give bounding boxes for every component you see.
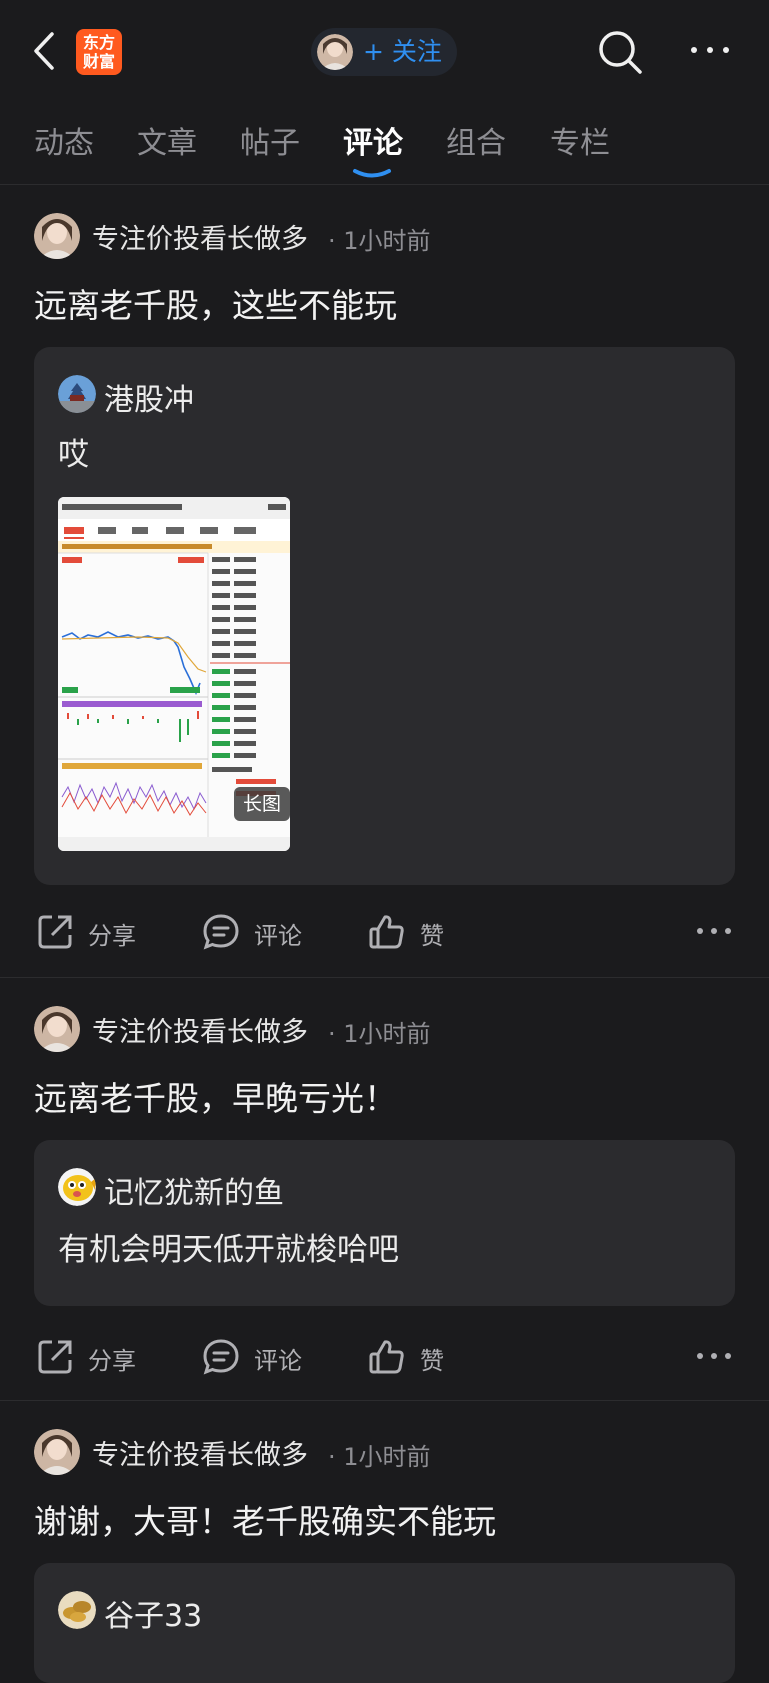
tab-comments[interactable]: 评论 [343,118,403,162]
like-label: 赞 [420,1347,444,1375]
profile-tabs: 动态 文章 帖子 评论 组合 专栏 [0,108,769,185]
share-icon [38,1340,72,1374]
post-time: · 1小时前 [328,1020,431,1048]
comment-icon [203,914,239,950]
avatar[interactable] [34,1006,80,1052]
avatar [58,1591,96,1629]
tab-dynamics[interactable]: 动态 [34,118,94,162]
post-time: · 1小时前 [328,1443,431,1471]
quoted-post[interactable]: 记忆犹新的鱼 有机会明天低开就梭哈吧 [34,1140,735,1306]
comment-label: 评论 [254,1347,302,1375]
quoted-author-name[interactable]: 记忆犹新的鱼 [104,1168,284,1212]
post-text[interactable]: 远离老千股，早晚亏光！ [34,1072,397,1120]
comment-post: 专注价投看长做多 · 1小时前 远离老千股，早晚亏光！ 记忆犹新的鱼 有机会明天… [0,978,769,1400]
quoted-post[interactable]: 谷子33 [34,1563,735,1683]
share-label: 分享 [88,922,136,950]
share-icon [38,915,72,949]
long-image-tag: 长图 [234,787,290,821]
comment-label: 评论 [254,922,302,950]
like-label: 赞 [420,922,444,950]
post-actions: 分享 评论 赞 [0,1326,769,1386]
back-arrow-icon[interactable] [28,28,62,74]
author-name[interactable]: 专注价投看长做多 [92,217,308,256]
follow-label: + 关注 [363,37,442,66]
like-button[interactable]: 赞 [368,901,458,961]
share-button[interactable]: 分享 [36,1326,146,1386]
app-logo: 东方 财富 [76,29,122,75]
avatar[interactable] [34,1429,80,1475]
top-bar: 东方 财富 + 关注 [0,0,769,100]
user-avatar [317,34,353,70]
author-name[interactable]: 专注价投看长做多 [92,1010,308,1049]
thumbs-up-icon [369,1340,404,1374]
more-icon[interactable] [696,1348,732,1364]
share-label: 分享 [88,1347,136,1375]
logo-text-line2: 财富 [82,52,115,71]
thumbs-up-icon [369,915,404,949]
tab-portfolios[interactable]: 组合 [446,118,506,162]
tab-articles[interactable]: 文章 [137,118,197,162]
comment-post: 专注价投看长做多 · 1小时前 谢谢，大哥！老千股确实不能玩 谷子33 [0,1401,769,1683]
quoted-text: 哎 [58,437,89,473]
post-text[interactable]: 远离老千股，这些不能玩 [34,279,397,327]
post-time: · 1小时前 [328,227,431,255]
follow-button[interactable]: + 关注 [311,28,457,76]
quoted-author-name[interactable]: 港股冲 [104,375,194,419]
logo-text-line1: 东方 [82,33,115,52]
tab-posts[interactable]: 帖子 [240,118,300,162]
more-options-icon[interactable] [689,40,731,60]
avatar [58,375,96,413]
comment-post: 专注价投看长做多 · 1小时前 远离老千股，这些不能玩 港股冲 哎 长图 分享 … [0,185,769,977]
avatar[interactable] [34,213,80,259]
author-name[interactable]: 专注价投看长做多 [92,1433,308,1472]
search-icon[interactable] [596,28,644,76]
comment-icon [203,1339,239,1375]
post-actions: 分享 评论 赞 [0,901,769,961]
share-button[interactable]: 分享 [36,901,146,961]
quoted-text: 有机会明天低开就梭哈吧 [58,1232,399,1268]
active-tab-indicator [353,169,391,178]
like-button[interactable]: 赞 [368,1326,458,1386]
tab-columns[interactable]: 专栏 [550,118,610,162]
quoted-post[interactable]: 港股冲 哎 长图 [34,347,735,885]
comment-button[interactable]: 评论 [202,901,312,961]
quoted-author-name[interactable]: 谷子33 [104,1591,202,1635]
post-text[interactable]: 谢谢，大哥！老千股确实不能玩 [34,1495,496,1543]
avatar [58,1168,96,1206]
more-icon[interactable] [696,923,732,939]
comment-button[interactable]: 评论 [202,1326,312,1386]
